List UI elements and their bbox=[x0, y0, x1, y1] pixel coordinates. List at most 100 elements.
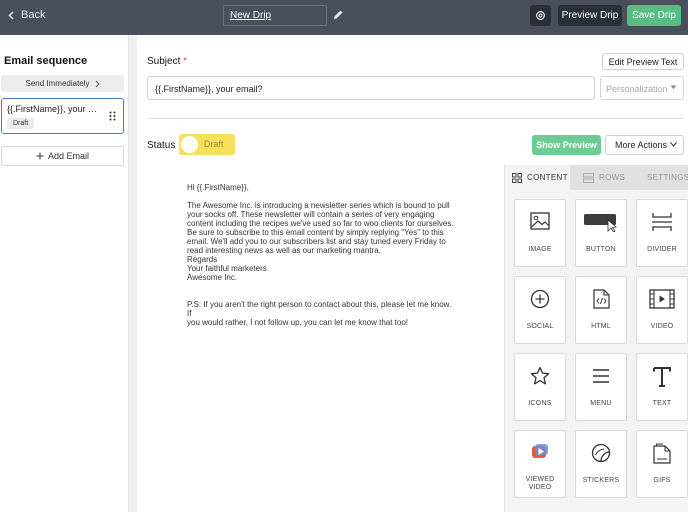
tile-button[interactable]: BUTTON bbox=[575, 199, 627, 267]
tile-divider[interactable]: DIVIDER bbox=[636, 199, 688, 267]
body-line: Be sure to subscribe to this email conte… bbox=[187, 228, 444, 237]
body-line: Hi {{.FirstName}}, bbox=[187, 183, 249, 192]
email-sequence-sidebar: Email sequence Send Immediately {{.First… bbox=[0, 35, 129, 512]
chevron-right-icon bbox=[95, 80, 100, 87]
divider-icon bbox=[652, 213, 672, 231]
tile-social[interactable]: SOCIAL bbox=[514, 276, 566, 344]
tile-label: BUTTON bbox=[586, 246, 616, 253]
gear-icon bbox=[536, 11, 545, 20]
grid-icon bbox=[512, 172, 522, 183]
subject-label: Subject * bbox=[147, 56, 187, 67]
caret-down-icon bbox=[670, 85, 677, 89]
body-line: Awesome Inc. bbox=[187, 273, 238, 282]
status-label: Status bbox=[147, 140, 176, 151]
tile-video[interactable]: VIDEO bbox=[636, 276, 688, 344]
tile-image[interactable]: IMAGE bbox=[514, 199, 566, 267]
tile-label: HTML bbox=[591, 323, 611, 330]
tile-label: SOCIAL bbox=[526, 323, 554, 330]
toggle-knob bbox=[181, 136, 198, 153]
more-actions-label: More Actions bbox=[615, 140, 668, 150]
more-actions-dropdown[interactable]: More Actions bbox=[605, 135, 684, 155]
rows-icon bbox=[583, 172, 594, 183]
body-line: email. We'll add you to our subscribers … bbox=[187, 237, 446, 246]
tile-html[interactable]: HTML bbox=[575, 276, 627, 344]
status-toggle-label: Draft bbox=[204, 139, 224, 149]
send-immediately-label: Send Immediately bbox=[25, 79, 90, 88]
personalization-placeholder: Personalization bbox=[606, 84, 668, 94]
email-card[interactable]: {{.FirstName}}, your e... Draft bbox=[1, 98, 124, 134]
subject-input[interactable]: {{.FirstName}}, your email? bbox=[147, 76, 595, 100]
body-line: read interesting news as well as our mar… bbox=[187, 246, 381, 255]
sidebar-title: Email sequence bbox=[4, 55, 88, 67]
tile-label: VIEWED VIDEO bbox=[525, 476, 555, 491]
email-body[interactable]: Hi {{.FirstName}}, The Awesome Inc. is i… bbox=[187, 183, 457, 327]
tile-label: VIDEO bbox=[650, 323, 674, 330]
body-line: P.S: If you aren't the right person to c… bbox=[187, 300, 452, 318]
drip-title-field[interactable]: New Drip bbox=[223, 5, 327, 26]
social-icon bbox=[530, 289, 550, 309]
menu-icon bbox=[593, 369, 609, 383]
section-divider bbox=[147, 118, 684, 119]
top-bar: Back New Drip Preview Drip Save Drip bbox=[0, 0, 688, 35]
tile-gifs[interactable]: GIFS bbox=[636, 430, 688, 498]
back-label: Back bbox=[21, 9, 46, 21]
builder-tabs: CONTENT ROWS SETTINGS bbox=[505, 165, 688, 190]
tab-content-label: CONTENT bbox=[527, 173, 568, 182]
tab-settings[interactable]: SETTINGS bbox=[635, 165, 688, 190]
tile-label: IMAGE bbox=[528, 246, 552, 253]
tile-label: DIVIDER bbox=[647, 246, 677, 253]
required-mark: * bbox=[183, 56, 188, 67]
send-immediately-button[interactable]: Send Immediately bbox=[1, 75, 124, 92]
show-preview-button[interactable]: Show Preview bbox=[532, 135, 601, 155]
body-line: Your faithful marketers bbox=[187, 264, 267, 273]
star-icon bbox=[530, 366, 550, 385]
subject-label-text: Subject bbox=[147, 56, 181, 67]
body-line: The Awesome Inc. is introducing a newsle… bbox=[187, 201, 450, 210]
tile-label: TEXT bbox=[652, 400, 672, 407]
tab-rows[interactable]: ROWS bbox=[570, 165, 635, 190]
back-button[interactable]: Back bbox=[8, 9, 45, 21]
gif-icon bbox=[653, 443, 671, 464]
body-line: your socks off. These newsletter will co… bbox=[187, 210, 435, 219]
tile-label: GIFS bbox=[653, 477, 671, 484]
status-toggle[interactable]: Draft bbox=[179, 134, 235, 155]
edit-preview-text-button[interactable]: Edit Preview Text bbox=[602, 53, 684, 70]
save-drip-button[interactable]: Save Drip bbox=[627, 5, 681, 26]
settings-button[interactable] bbox=[530, 5, 551, 26]
tile-icons[interactable]: ICONS bbox=[514, 353, 566, 421]
body-line: you would rather, I not follow up, you c… bbox=[187, 318, 409, 327]
content-builder-panel: CONTENT ROWS SETTINGS IMAGE BUTTON DIVID… bbox=[504, 165, 688, 512]
plus-icon bbox=[36, 152, 44, 160]
add-email-button[interactable]: Add Email bbox=[1, 146, 124, 166]
video-icon bbox=[649, 289, 675, 309]
tab-content[interactable]: CONTENT bbox=[505, 165, 570, 190]
body-line: Regards bbox=[187, 255, 218, 264]
tile-label: MENU bbox=[590, 400, 612, 407]
viewed-video-icon bbox=[532, 444, 548, 458]
email-card-subject: {{.FirstName}}, your e... bbox=[7, 104, 99, 114]
preview-drip-button[interactable]: Preview Drip bbox=[558, 5, 622, 26]
chevron-left-icon bbox=[8, 10, 14, 20]
tile-menu[interactable]: MENU bbox=[575, 353, 627, 421]
tab-rows-label: ROWS bbox=[599, 173, 626, 182]
html-icon bbox=[592, 289, 610, 309]
tile-text[interactable]: TEXT bbox=[636, 353, 688, 421]
tile-viewed-video[interactable]: VIEWED VIDEO bbox=[514, 430, 566, 498]
text-icon bbox=[653, 367, 671, 387]
tile-stickers[interactable]: STICKERS bbox=[575, 430, 627, 498]
add-email-label: Add Email bbox=[47, 151, 90, 161]
body-line: content including the recipes we've used… bbox=[187, 219, 454, 228]
sidebar-scrollbar[interactable] bbox=[129, 35, 137, 512]
chevron-down-icon bbox=[670, 142, 677, 147]
personalization-select[interactable]: Personalization bbox=[600, 76, 684, 100]
tab-settings-label: SETTINGS bbox=[647, 173, 688, 182]
drag-handle-icon[interactable] bbox=[109, 111, 116, 121]
status-badge: Draft bbox=[7, 118, 35, 129]
pencil-icon[interactable] bbox=[333, 9, 344, 20]
image-icon bbox=[530, 212, 550, 230]
button-icon bbox=[584, 214, 617, 232]
sticker-icon bbox=[591, 443, 611, 463]
